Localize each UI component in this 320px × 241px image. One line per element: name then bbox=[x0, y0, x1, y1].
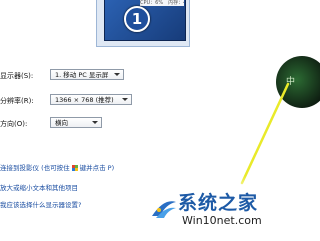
chevron-down-icon bbox=[122, 98, 128, 101]
watermark-title: 系统之家 bbox=[178, 192, 259, 214]
resolution-label: 分辨率(R): bbox=[0, 97, 34, 105]
monitor-number-badge: 1 bbox=[124, 6, 150, 32]
display-select-value: 1. 移动 PC 显示屏 bbox=[55, 71, 109, 79]
connect-projector-link[interactable]: 连接到投影仪 (也可按住 键并点击 P) bbox=[0, 162, 114, 172]
orientation-select-value: 横向 bbox=[55, 119, 68, 127]
side-circle-text: 中 bbox=[286, 77, 296, 87]
side-circle: 中 bbox=[276, 56, 320, 108]
system-status-text: CPU：6% 内存：44% bbox=[140, 0, 184, 6]
resolution-select-value: 1366 × 768 (推荐) bbox=[55, 96, 114, 104]
display-select[interactable]: 1. 移动 PC 显示屏 bbox=[50, 69, 124, 80]
text-size-link[interactable]: 放大或缩小文本和其他项目 bbox=[0, 182, 78, 192]
chevron-down-icon bbox=[92, 121, 98, 124]
orientation-select[interactable]: 横向 bbox=[50, 117, 102, 128]
watermark-url: Win10net.com bbox=[182, 214, 262, 227]
chevron-down-icon bbox=[114, 73, 120, 76]
watermark-logo-icon bbox=[152, 201, 176, 218]
projector-link-prefix: 连接到投影仪 (也可按住 bbox=[0, 164, 70, 172]
orientation-label: 方向(O): bbox=[0, 120, 28, 128]
projector-link-suffix: 键并点击 P) bbox=[79, 164, 115, 172]
resolution-select[interactable]: 1366 × 768 (推荐) bbox=[50, 94, 132, 105]
windows-logo-icon bbox=[71, 165, 78, 171]
display-settings-help-link[interactable]: 我应该选择什么显示器设置? bbox=[0, 199, 81, 209]
display-label: 显示器(S): bbox=[0, 72, 34, 80]
